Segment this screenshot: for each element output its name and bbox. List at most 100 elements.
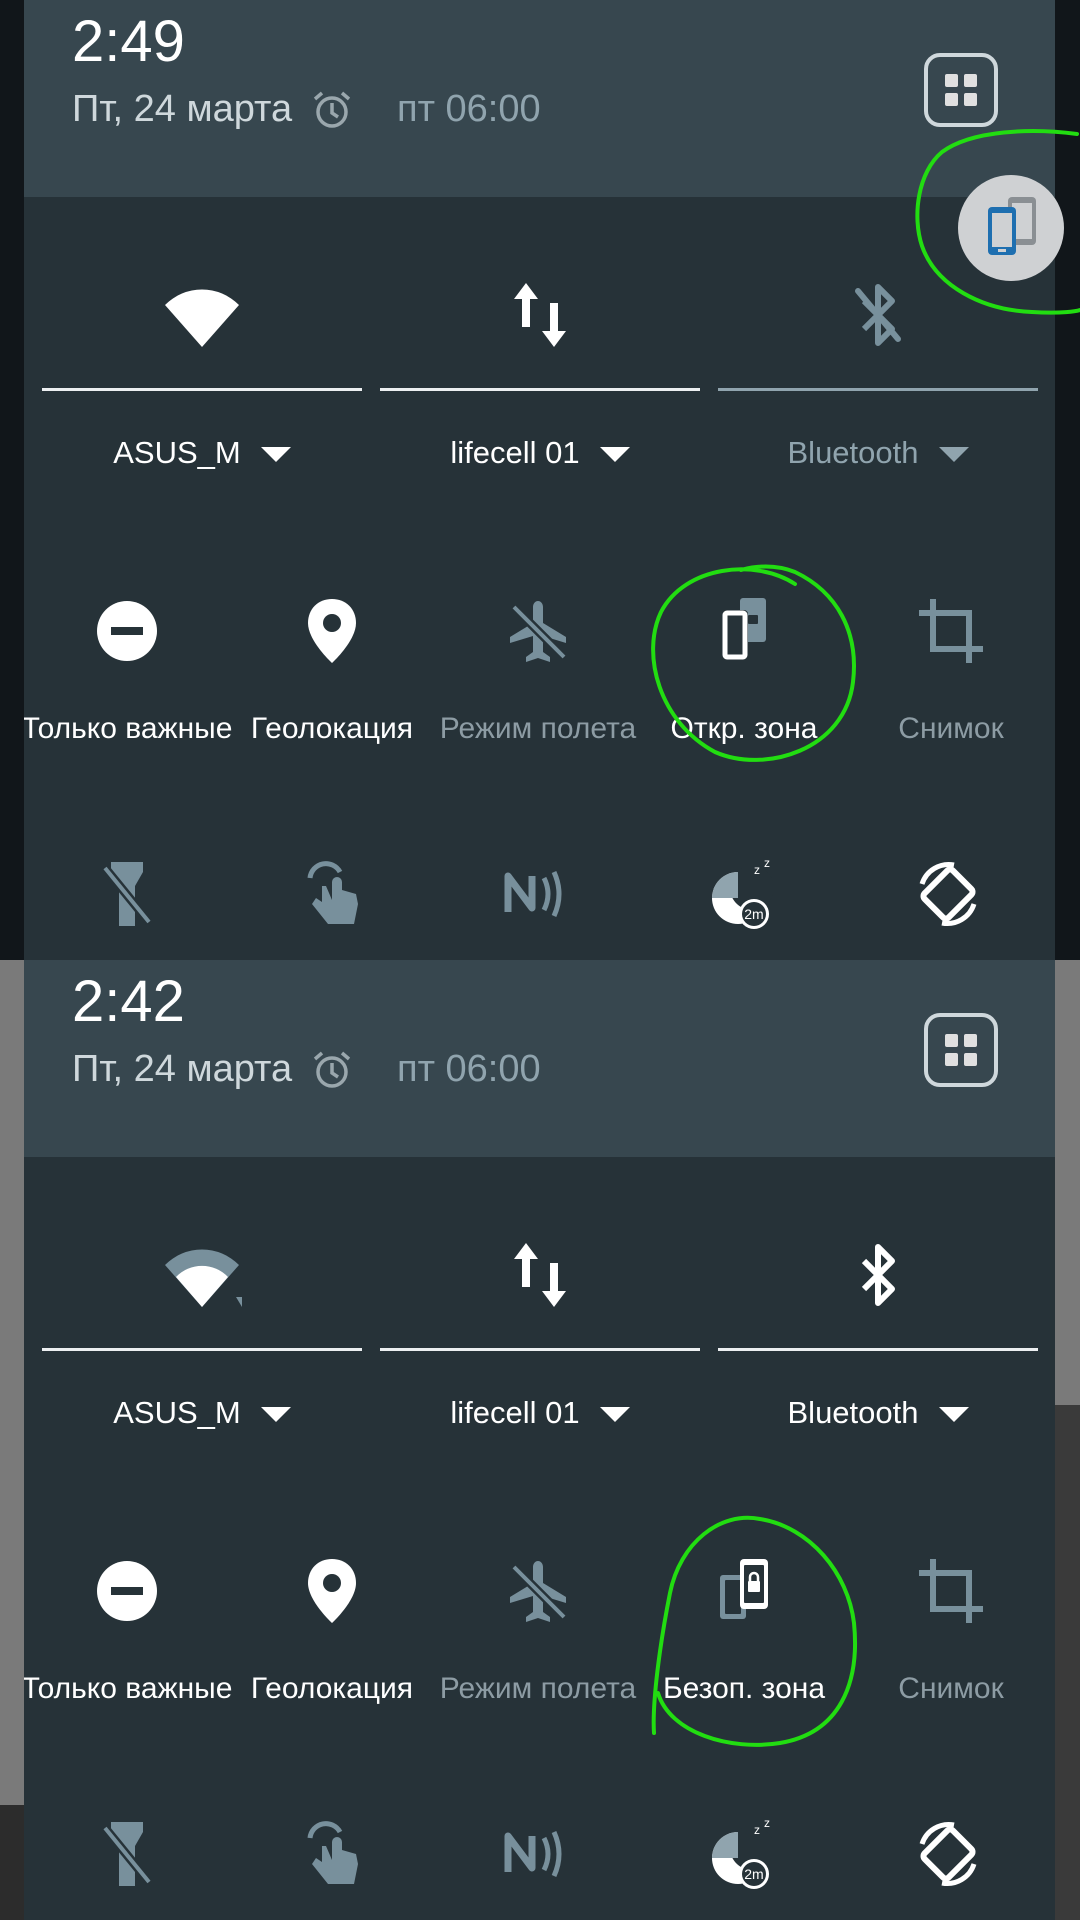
background-edge-right-middle: [1055, 960, 1080, 1405]
mobile-network-dropdown[interactable]: lifecell 01: [380, 435, 700, 471]
wifi-label: ASUS_M: [113, 435, 241, 470]
quick-settings-panel-1: 2:49 Пт, 24 марта пт 06:00 ASUS_M lifece…: [24, 0, 1055, 960]
svg-text:z: z: [754, 1823, 760, 1837]
background-edge-left-middle: [0, 960, 24, 1805]
mobile-network-label: lifecell 01: [450, 435, 580, 470]
flashlight-icon[interactable]: [91, 858, 163, 930]
svg-text:z: z: [764, 1818, 770, 1830]
tile-underline: [380, 388, 700, 391]
settings-button[interactable]: [924, 53, 998, 127]
wifi-icon: [165, 289, 239, 347]
secure-zone-icon: [720, 1559, 768, 1619]
status-header: 2:42 Пт, 24 марта пт 06:00: [24, 960, 1055, 1157]
do-not-disturb-icon: [97, 1561, 157, 1621]
tile-label: Только важные: [24, 1672, 233, 1705]
sleep-timer-tile[interactable]: z z 2m: [708, 1816, 780, 1890]
background-edge-right-bottom: [1055, 1405, 1080, 1920]
screenshot-tile[interactable]: Снимок: [851, 595, 1051, 795]
alarm-clock-icon: [313, 1051, 351, 1088]
tile-label: Геолокация: [250, 1672, 414, 1705]
tile-label: Безоп. зона: [662, 1672, 826, 1705]
clock-time: 2:42: [72, 969, 185, 1034]
nfc-icon[interactable]: [502, 858, 574, 930]
tile-label: Снимок: [898, 712, 1004, 745]
wifi-toggle[interactable]: [42, 1215, 362, 1335]
background-edge-right-top: [1055, 0, 1080, 960]
settings-button[interactable]: [924, 1013, 998, 1087]
secure-zone-tile[interactable]: Безоп. зона: [644, 1555, 844, 1755]
quick-settings-panel-2: 2:42 Пт, 24 марта пт 06:00 ASUS_M lifece…: [24, 960, 1055, 1920]
tile-underline: [718, 388, 1038, 391]
tile-underline: [42, 388, 362, 391]
screenshot-crop-icon: [919, 1559, 983, 1623]
location-pin-icon: [308, 1559, 356, 1623]
alarm-time: пт 06:00: [397, 88, 541, 130]
dropdown-arrow-icon: [599, 447, 630, 463]
screenshot-tile[interactable]: Снимок: [851, 1555, 1051, 1755]
tile-underline: [718, 1348, 1038, 1351]
wifi-label: ASUS_M: [113, 1395, 241, 1430]
sleep-timer-tile[interactable]: z z 2m: [708, 856, 780, 930]
alarm-clock-icon: [313, 91, 351, 128]
dropdown-arrow-icon: [260, 447, 291, 463]
bluetooth-tile[interactable]: Bluetooth: [718, 255, 1038, 475]
background-edge-left-top: [0, 0, 24, 960]
mobile-data-icon: [514, 1243, 566, 1307]
auto-rotate-icon[interactable]: [912, 858, 984, 930]
tile-underline: [42, 1348, 362, 1351]
wifi-network-dropdown[interactable]: ASUS_M: [42, 1395, 362, 1431]
tile-label: Только важные: [24, 712, 233, 745]
priority-only-tile[interactable]: Только важные: [24, 1555, 232, 1755]
airplane-mode-tile[interactable]: Режим полета: [438, 1555, 638, 1755]
priority-only-tile[interactable]: Только важные: [24, 595, 232, 795]
bluetooth-label: Bluetooth: [787, 1395, 919, 1430]
tile-underline: [380, 1348, 700, 1351]
bluetooth-dropdown[interactable]: Bluetooth: [718, 1395, 1038, 1431]
tile-label: Снимок: [898, 1672, 1004, 1705]
mobile-data-toggle[interactable]: [380, 1215, 700, 1335]
bluetooth-tile[interactable]: Bluetooth: [718, 1215, 1038, 1435]
grid-settings-icon: [945, 1034, 977, 1066]
airplane-icon: [510, 1561, 568, 1622]
svg-text:z: z: [754, 863, 760, 877]
wifi-toggle[interactable]: [42, 255, 362, 375]
auto-rotate-icon[interactable]: [912, 1818, 984, 1890]
airplane-mode-tile[interactable]: Режим полета: [438, 595, 638, 795]
wifi-icon: [165, 1249, 242, 1307]
bluetooth-toggle[interactable]: [718, 1215, 1038, 1335]
svg-text:z: z: [764, 858, 770, 870]
screenshot-crop-icon: [919, 599, 983, 663]
location-tile[interactable]: Геолокация: [232, 595, 432, 795]
alarm-time: пт 06:00: [397, 1048, 541, 1090]
bluetooth-label: Bluetooth: [787, 435, 919, 470]
flashlight-icon[interactable]: [91, 1818, 163, 1890]
bluetooth-off-icon: [855, 284, 901, 346]
mobile-data-toggle[interactable]: [380, 255, 700, 375]
sleep-timer-icon: z z 2m: [712, 1816, 774, 1889]
floating-dual-app-button[interactable]: [958, 175, 1064, 281]
grid-settings-icon: [945, 74, 977, 106]
bluetooth-icon: [861, 1244, 895, 1306]
nfc-icon[interactable]: [502, 1818, 574, 1890]
mobile-data-tile[interactable]: lifecell 01: [380, 255, 700, 475]
dropdown-arrow-icon: [260, 1407, 291, 1423]
mobile-network-dropdown[interactable]: lifecell 01: [380, 1395, 700, 1431]
open-zone-tile[interactable]: Откр. зона: [644, 595, 844, 795]
date-label: Пт, 24 марта: [72, 88, 293, 130]
dropdown-arrow-icon: [938, 1407, 969, 1423]
tile-label: Режим полета: [439, 712, 637, 745]
wifi-tile[interactable]: ASUS_M: [42, 255, 362, 475]
dual-phone-icon: [988, 197, 1036, 255]
clock-time: 2:49: [72, 9, 185, 74]
tile-label: Откр. зона: [670, 712, 818, 745]
wifi-network-dropdown[interactable]: ASUS_M: [42, 435, 362, 471]
touch-gesture-icon[interactable]: [296, 858, 368, 930]
tile-label: Режим полета: [439, 1672, 637, 1705]
sleep-timer-badge: 2m: [744, 906, 763, 922]
sleep-timer-badge: 2m: [744, 1866, 763, 1882]
touch-gesture-icon[interactable]: [296, 1818, 368, 1890]
mobile-data-tile[interactable]: lifecell 01: [380, 1215, 700, 1435]
wifi-tile[interactable]: ASUS_M: [42, 1215, 362, 1435]
bluetooth-dropdown[interactable]: Bluetooth: [718, 435, 1038, 471]
location-tile[interactable]: Геолокация: [232, 1555, 432, 1755]
